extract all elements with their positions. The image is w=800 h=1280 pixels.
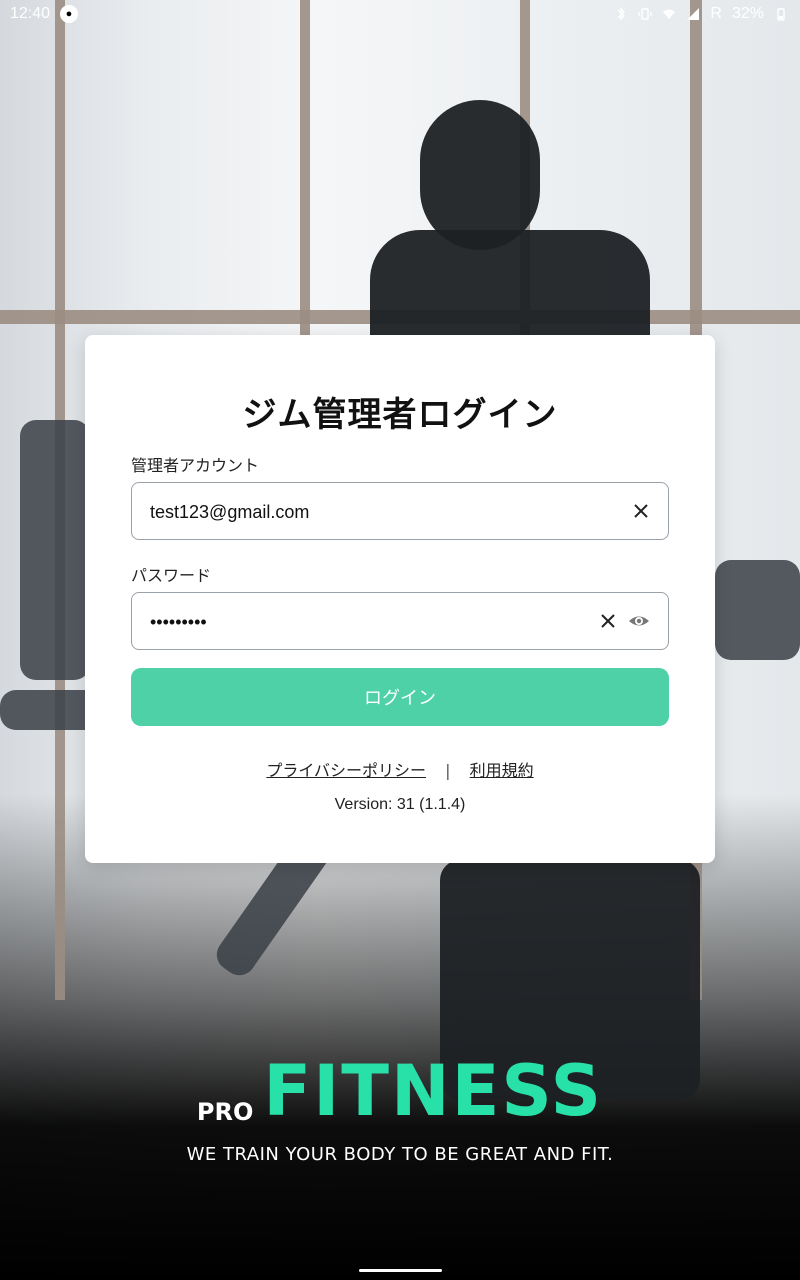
- treadmill: [715, 560, 800, 660]
- password-label: パスワード: [131, 566, 212, 585]
- brand-logo: PRO FITNESS: [0, 1050, 800, 1132]
- vibrate-icon: [638, 8, 653, 20]
- brand-tagline: WE TRAIN YOUR BODY TO BE GREAT AND FIT.: [186, 1144, 614, 1165]
- page-title: ジム管理者ログイン: [242, 395, 558, 435]
- status-icons: R 32%: [614, 5, 788, 23]
- window-frame: [300, 0, 310, 340]
- signal-icon: [687, 8, 700, 20]
- status-bar: 12:40 ● R 32%: [0, 0, 800, 30]
- clear-password-icon[interactable]: [597, 610, 619, 632]
- account-label: 管理者アカウント: [131, 456, 260, 475]
- footer-links: プライバシーポリシー | 利用規約: [85, 757, 715, 781]
- bluetooth-icon: [617, 7, 626, 21]
- account-input[interactable]: [148, 483, 592, 541]
- password-field[interactable]: [131, 592, 669, 651]
- terms-link[interactable]: 利用規約: [470, 761, 534, 780]
- link-separator: |: [445, 761, 451, 780]
- battery-percent: 32%: [731, 5, 764, 22]
- brand-fitness: FITNESS: [263, 1050, 604, 1132]
- battery-icon: [777, 8, 785, 21]
- clear-account-icon[interactable]: [630, 500, 652, 522]
- eye-icon[interactable]: [628, 610, 650, 632]
- treadmill: [20, 420, 90, 680]
- notification-icon: ●: [60, 5, 78, 23]
- brand-pro: PRO: [196, 1098, 254, 1126]
- network-label: R: [710, 5, 722, 22]
- person-head: [420, 100, 540, 250]
- wifi-icon: [663, 9, 676, 19]
- login-button[interactable]: ログイン: [131, 668, 669, 726]
- account-field[interactable]: [131, 482, 669, 541]
- home-indicator[interactable]: [359, 1269, 442, 1272]
- status-time: 12:40: [10, 5, 51, 22]
- privacy-policy-link[interactable]: プライバシーポリシー: [266, 761, 426, 780]
- login-card: ジム管理者ログイン 管理者アカウント パスワード ログイン プライバシーポリシー…: [85, 335, 715, 863]
- password-input[interactable]: [148, 593, 592, 651]
- version-text: Version: 31 (1.1.4): [334, 796, 466, 813]
